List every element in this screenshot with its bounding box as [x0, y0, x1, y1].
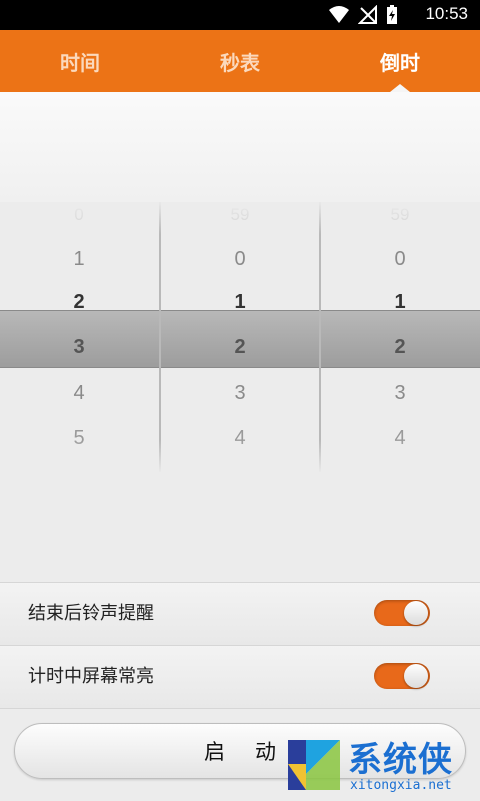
picker-value: 4: [73, 382, 85, 404]
alarm-sound-toggle[interactable]: [374, 600, 430, 626]
picker-value: 4: [394, 427, 406, 449]
setting-label: 结束后铃声提醒: [28, 603, 154, 624]
picker-column-minutes[interactable]: 59 0 1 2 3 4: [161, 202, 319, 472]
watermark: 系统侠 xitongxia.net: [284, 730, 480, 800]
picker-column-seconds[interactable]: 59 0 1 2 3 4: [321, 202, 479, 472]
keep-screen-on-toggle[interactable]: [374, 663, 430, 689]
picker-value: 2: [73, 291, 85, 313]
picker-value: 3: [394, 382, 406, 404]
tab-time[interactable]: 时间: [0, 30, 160, 92]
watermark-text: 系统侠: [348, 740, 453, 780]
picker-value: 1: [234, 291, 246, 313]
picker-value-selected: 2: [234, 336, 246, 358]
picker-value: 0: [74, 204, 84, 224]
tab-countdown[interactable]: 倒时: [320, 30, 480, 92]
toggle-knob: [404, 664, 428, 688]
toggle-knob: [404, 601, 428, 625]
picker-value: 0: [394, 248, 406, 270]
watermark-url: xitongxia.net: [350, 778, 452, 793]
picker-value: 0: [234, 248, 246, 270]
tab-label: 倒时: [380, 50, 420, 75]
time-picker: 0 1 2 3 4 5 59 0 1 2 3 4 59 0 1 2 3 4: [0, 202, 480, 472]
active-tab-indicator: [390, 84, 410, 92]
tab-label: 秒表: [220, 50, 260, 75]
battery-charging-icon: [387, 5, 397, 24]
picker-value: 3: [234, 382, 246, 404]
picker-value: 59: [390, 204, 410, 224]
settings-list: 结束后铃声提醒 计时中屏幕常亮: [0, 582, 480, 708]
tab-stopwatch[interactable]: 秒表: [160, 30, 320, 92]
wifi-icon: [329, 6, 349, 23]
setting-row-keep-screen-on: 计时中屏幕常亮: [0, 645, 480, 708]
setting-label: 计时中屏幕常亮: [28, 666, 154, 687]
picker-value: 5: [73, 427, 85, 449]
picker-value-selected: 2: [394, 336, 406, 358]
picker-value: 4: [234, 427, 246, 449]
tab-label: 时间: [60, 50, 100, 75]
status-bar: 10:53: [0, 0, 480, 30]
tab-bar: 时间 秒表 倒时: [0, 30, 480, 92]
status-icons: [328, 5, 398, 25]
picker-value: 1: [73, 248, 85, 270]
watermark-logo-icon: [288, 740, 340, 790]
picker-column-hours[interactable]: 0 1 2 3 4 5: [0, 202, 158, 472]
no-signal-icon: [358, 5, 377, 24]
picker-value: 59: [230, 204, 250, 224]
setting-row-alarm-sound: 结束后铃声提醒: [0, 582, 480, 645]
status-time: 10:53: [425, 4, 468, 23]
picker-value-selected: 3: [73, 336, 85, 358]
picker-value: 1: [394, 291, 406, 313]
content-header-area: [0, 92, 480, 202]
